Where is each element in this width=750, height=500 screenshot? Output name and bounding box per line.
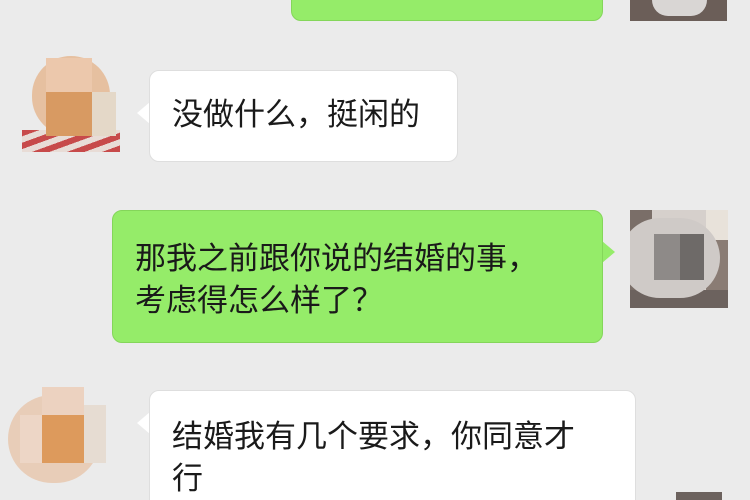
user-avatar-icon[interactable] [630,0,727,21]
user-avatar-icon[interactable] [630,210,728,318]
message-text-line: 结婚我有几个要求，你同意才 [172,419,575,455]
message-text-line: 那我之前跟你说的结婚的事， [135,241,538,277]
message-text-line: 考虑得怎么样了？ [135,283,383,319]
message-bubble-incoming[interactable]: 结婚我有几个要求，你同意才 行 [149,390,636,500]
chat-conversation: 没做什么，挺闲的 那我之前跟你说的结婚的事， 考虑得怎么样了？ 结婚我有几个要求… [0,0,750,500]
user-avatar-icon[interactable] [676,492,722,500]
message-bubble-outgoing-partial[interactable] [291,0,603,21]
contact-avatar-icon[interactable] [8,377,106,483]
bubble-tail [602,241,615,263]
message-bubble-incoming[interactable]: 没做什么，挺闲的 [149,70,458,162]
message-text: 没做什么，挺闲的 [172,97,420,133]
message-text-line: 行 [172,461,203,497]
message-bubble-outgoing[interactable]: 那我之前跟你说的结婚的事， 考虑得怎么样了？ [112,210,603,343]
contact-avatar-icon[interactable] [22,44,120,152]
